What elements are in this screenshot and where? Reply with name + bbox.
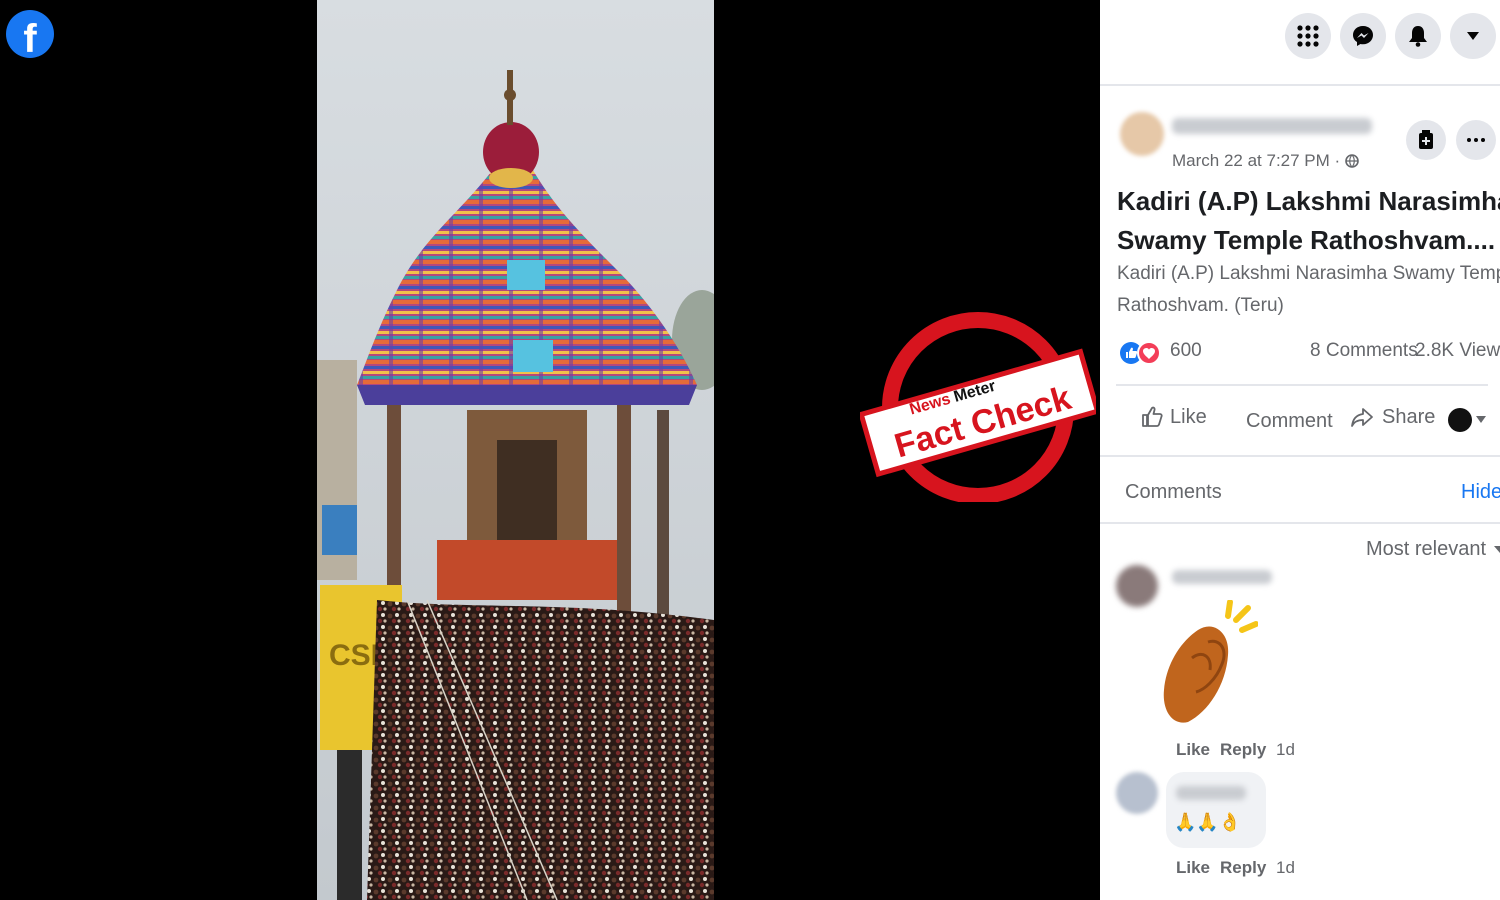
- reaction-count[interactable]: 600: [1170, 340, 1202, 362]
- grid-menu-icon[interactable]: [1285, 13, 1331, 59]
- bell-icon[interactable]: [1395, 13, 1441, 59]
- comment-like-button[interactable]: Like: [1176, 858, 1210, 878]
- comment-bubble: 🙏🙏👌: [1166, 772, 1266, 848]
- fact-check-stamp: News Meter Fact Check: [858, 312, 1101, 504]
- comment-button[interactable]: Comment: [1246, 410, 1333, 433]
- caret-down-icon: [1476, 416, 1486, 423]
- share-arrow-icon: [1351, 408, 1373, 427]
- author-avatar[interactable]: [1120, 112, 1164, 156]
- save-icon[interactable]: [1406, 120, 1446, 160]
- post-title: Kadiri (A.P) Lakshmi Narasimha Swamy Tem…: [1117, 186, 1500, 255]
- video-frame[interactable]: CSM: [317, 0, 714, 900]
- header-divider: [1100, 84, 1500, 86]
- media-viewer: f CSM News Meter Fact Check: [0, 0, 1101, 900]
- globe-icon: [1345, 154, 1359, 168]
- comment-count[interactable]: 8 Comments: [1310, 340, 1418, 362]
- comment-text: 🙏🙏👌: [1174, 812, 1242, 832]
- author-name-blurred[interactable]: [1172, 118, 1372, 134]
- comment-reply-button[interactable]: Reply: [1220, 740, 1266, 760]
- share-button[interactable]: Share: [1350, 405, 1435, 429]
- temple-chariot-image: CSM: [317, 0, 714, 900]
- caret-down-icon: [1494, 545, 1500, 553]
- post-panel: March 22 at 7:27 PM · Kadiri (A.P) Laksh…: [1100, 0, 1500, 900]
- commenter-name-blurred[interactable]: [1172, 570, 1272, 584]
- comment-reply-button[interactable]: Reply: [1220, 858, 1266, 878]
- caret-down-icon[interactable]: [1450, 13, 1496, 59]
- viewer-avatar: [1448, 408, 1472, 432]
- comment-age: 1d: [1276, 858, 1295, 877]
- post-timestamp[interactable]: March 22 at 7:27 PM ·: [1172, 151, 1359, 171]
- thumbs-up-icon: [1142, 406, 1163, 427]
- comments-heading: Comments: [1125, 481, 1222, 503]
- hide-comments-link[interactable]: Hide: [1461, 481, 1500, 504]
- sort-dropdown[interactable]: Most relevant: [1366, 538, 1500, 561]
- reaction-icons[interactable]: [1118, 340, 1162, 366]
- comment-like-button[interactable]: Like: [1176, 740, 1210, 760]
- like-button[interactable]: Like: [1140, 405, 1207, 429]
- stats-divider: [1116, 384, 1488, 386]
- comment-age: 1d: [1276, 740, 1295, 759]
- audience-selector[interactable]: [1448, 408, 1486, 432]
- commenter-avatar[interactable]: [1116, 772, 1158, 814]
- post-body: Kadiri (A.P) Lakshmi Narasimha Swamy Tem…: [1117, 263, 1500, 316]
- actions-divider: [1100, 455, 1500, 457]
- messenger-icon[interactable]: [1340, 13, 1386, 59]
- facebook-logo[interactable]: f: [6, 10, 54, 58]
- commenter-name-blurred[interactable]: [1176, 786, 1246, 800]
- commenter-avatar[interactable]: [1116, 565, 1158, 607]
- comments-divider: [1100, 522, 1500, 524]
- view-count: 2.8K Views: [1415, 340, 1500, 361]
- more-icon[interactable]: [1456, 120, 1496, 160]
- clapping-hands-emoji: [1158, 599, 1259, 730]
